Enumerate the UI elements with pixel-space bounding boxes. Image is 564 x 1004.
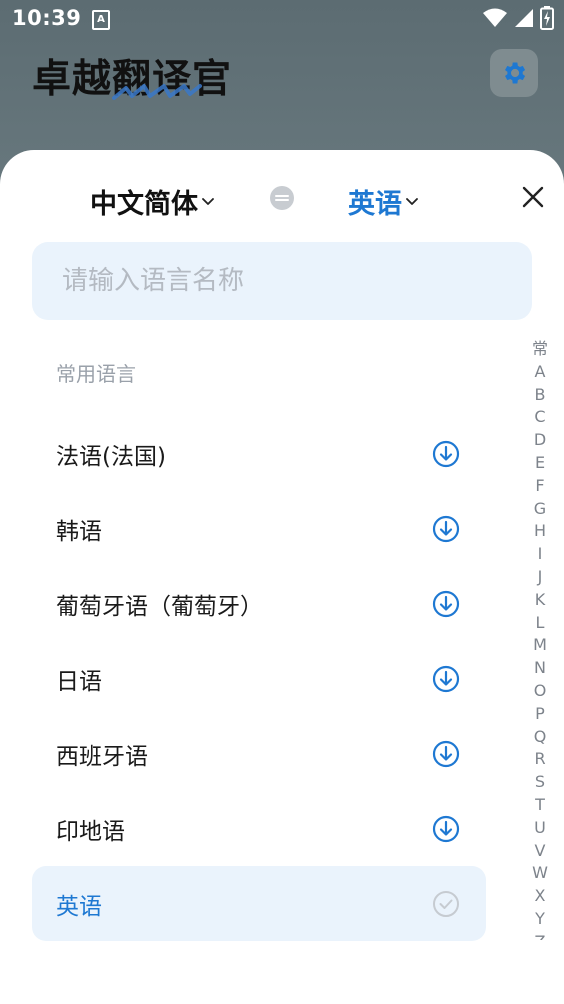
language-name: 法语(法国) (56, 443, 166, 470)
alphabet-index-letter[interactable]: B (526, 384, 554, 407)
section-title-common-languages: 常用语言 (56, 362, 136, 386)
status-time: 10:39 (12, 6, 82, 30)
alphabet-index-letter[interactable]: V (526, 840, 554, 863)
alphabet-index-letter[interactable]: Q (526, 726, 554, 749)
notification-icon: A (92, 10, 110, 30)
source-language-selector[interactable]: 中文简体 (90, 182, 214, 221)
alphabet-index-letter[interactable]: 常 (526, 338, 554, 361)
chevron-down-icon (406, 197, 418, 205)
alphabet-index-letter[interactable]: W (526, 862, 554, 885)
swap-languages-button[interactable] (270, 186, 294, 210)
alphabet-index-letter[interactable]: T (526, 794, 554, 817)
alphabet-index-letter[interactable]: J (526, 566, 554, 589)
alphabet-index-letter[interactable]: U (526, 817, 554, 840)
language-item[interactable]: 西班牙语 (32, 716, 486, 791)
swap-icon (275, 195, 289, 201)
alphabet-index-letter[interactable]: G (526, 498, 554, 521)
app-screen: 10:39 A 卓越翻译官 中文简体 英语 请输入语言名称 常用语言 法语(法国… (0, 0, 564, 1004)
target-language-label: 英语 (348, 189, 402, 220)
alphabet-index-letter[interactable]: A (526, 361, 554, 384)
target-language-selector[interactable]: 英语 (348, 182, 418, 221)
language-name: 西班牙语 (56, 743, 148, 770)
source-language-label: 中文简体 (90, 189, 198, 220)
download-icon[interactable] (432, 590, 460, 618)
alphabet-index-letter[interactable]: N (526, 657, 554, 680)
download-icon[interactable] (432, 440, 460, 468)
alphabet-index-letter[interactable]: P (526, 703, 554, 726)
check-circle-icon (433, 891, 459, 917)
title-underline-decoration (112, 84, 202, 100)
language-pair-header: 中文简体 英语 (0, 172, 564, 228)
language-name: 日语 (56, 668, 102, 695)
alphabet-index-letter[interactable]: I (526, 543, 554, 566)
alphabet-index-letter[interactable]: C (526, 406, 554, 429)
battery-charging-icon (540, 6, 554, 30)
chevron-down-icon (202, 197, 214, 205)
alphabet-index-letter[interactable]: R (526, 748, 554, 771)
language-name: 印地语 (56, 818, 125, 845)
download-icon[interactable] (432, 515, 460, 543)
alphabet-index-letter[interactable]: L (526, 612, 554, 635)
language-item-selected[interactable]: 英语 (32, 866, 486, 941)
language-search-input[interactable] (60, 265, 504, 297)
alphabet-index-letter[interactable]: E (526, 452, 554, 475)
alphabet-index-letter[interactable]: F (526, 475, 554, 498)
alphabet-index[interactable]: 常ABCDEFGHIJKLMNOPQRSTUVWXYZ (526, 338, 554, 940)
language-item[interactable]: 葡萄牙语（葡萄牙） (32, 566, 486, 641)
language-item[interactable]: 韩语 (32, 491, 486, 566)
language-item[interactable]: 印地语 (32, 791, 486, 866)
language-item[interactable]: 法语(法国) (32, 416, 486, 491)
alphabet-index-letter[interactable]: H (526, 520, 554, 543)
language-item[interactable]: 日语 (32, 641, 486, 716)
download-icon[interactable] (432, 665, 460, 693)
close-button[interactable] (518, 182, 548, 212)
alphabet-index-letter[interactable]: K (526, 589, 554, 612)
cellular-signal-icon (515, 9, 533, 27)
alphabet-index-letter[interactable]: X (526, 885, 554, 908)
alphabet-index-letter[interactable]: D (526, 429, 554, 452)
alphabet-index-letter[interactable]: Y (526, 908, 554, 931)
language-name: 韩语 (56, 518, 102, 545)
language-search-box (32, 242, 532, 320)
status-bar: 10:39 A (0, 0, 564, 36)
alphabet-index-letter[interactable]: S (526, 771, 554, 794)
download-icon[interactable] (432, 815, 460, 843)
language-list: 法语(法国) 韩语 葡萄牙语（葡萄牙） 日语 西班牙语 印地语 英语 (32, 416, 486, 941)
language-name: 英语 (56, 893, 102, 920)
status-icons (482, 6, 554, 30)
alphabet-index-letter[interactable]: Z (526, 931, 554, 940)
alphabet-index-letter[interactable]: M (526, 634, 554, 657)
wifi-icon (483, 8, 507, 27)
language-picker-sheet: 中文简体 英语 请输入语言名称 常用语言 法语(法国) 韩语 葡萄牙语（葡萄牙）… (0, 150, 564, 1004)
gear-icon (505, 62, 526, 84)
download-icon[interactable] (432, 740, 460, 768)
language-name: 葡萄牙语（葡萄牙） (56, 593, 263, 620)
alphabet-index-letter[interactable]: O (526, 680, 554, 703)
close-icon (522, 186, 544, 208)
settings-button[interactable] (490, 49, 538, 97)
